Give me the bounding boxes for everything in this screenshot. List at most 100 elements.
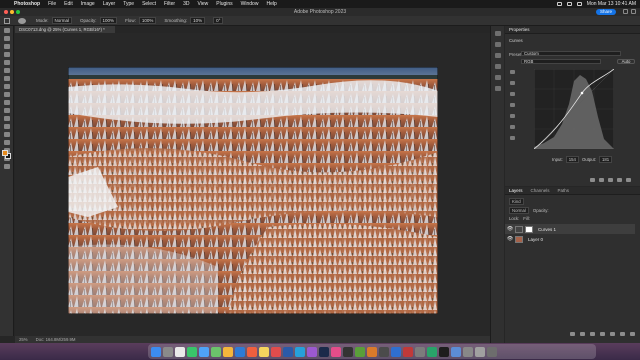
- eye-icon[interactable]: 👁: [505, 226, 515, 232]
- home-icon[interactable]: [4, 17, 10, 24]
- menu-window[interactable]: Window: [241, 1, 259, 7]
- output-field[interactable]: 181: [599, 156, 613, 163]
- app-icon-6[interactable]: [391, 346, 401, 357]
- curve-pencil-icon[interactable]: [510, 125, 515, 129]
- blend-mode-select[interactable]: Normal: [509, 207, 529, 214]
- menu-help[interactable]: Help: [266, 1, 276, 7]
- kind-filter-select[interactable]: Kind: [509, 198, 524, 205]
- lasso-tool-icon[interactable]: [3, 44, 10, 49]
- battery-icon[interactable]: [556, 2, 562, 6]
- black-point-eyedropper-icon[interactable]: [510, 81, 515, 85]
- photos-icon[interactable]: [223, 346, 233, 357]
- zoom-level[interactable]: 25%: [19, 337, 28, 342]
- auto-button[interactable]: Auto: [617, 59, 635, 64]
- adjustments-icon[interactable]: [494, 64, 501, 69]
- flow-field[interactable]: 100%: [138, 17, 157, 24]
- tab-layers[interactable]: Layers: [509, 188, 523, 193]
- libraries-icon[interactable]: [494, 75, 501, 80]
- white-point-eyedropper-icon[interactable]: [510, 103, 515, 107]
- new-adjustment-icon[interactable]: [600, 332, 605, 336]
- gray-point-eyedropper-icon[interactable]: [510, 92, 515, 96]
- facetime-icon[interactable]: [235, 346, 245, 357]
- reset-icon[interactable]: [608, 178, 613, 182]
- add-mask-icon[interactable]: [590, 332, 595, 336]
- gradient-tool-icon[interactable]: [3, 124, 10, 129]
- tab-paths[interactable]: Paths: [558, 188, 570, 193]
- app-icon-2[interactable]: [343, 346, 353, 357]
- photoshop-dock-icon[interactable]: [283, 346, 293, 357]
- curve-point-mode-icon[interactable]: [510, 114, 515, 118]
- wifi-icon[interactable]: [566, 2, 572, 6]
- app-icon-12[interactable]: [463, 346, 473, 357]
- eraser-tool-icon[interactable]: [3, 116, 10, 121]
- menu-edit[interactable]: Edit: [64, 1, 73, 7]
- trash-dock-icon[interactable]: [487, 346, 497, 357]
- menu-file[interactable]: File: [48, 1, 56, 7]
- new-group-icon[interactable]: [610, 332, 615, 336]
- channel-select[interactable]: RGB: [521, 59, 601, 64]
- safari-icon[interactable]: [175, 346, 185, 357]
- menu-image[interactable]: Image: [81, 1, 95, 7]
- zoom-window-icon[interactable]: [16, 10, 20, 14]
- healing-tool-icon[interactable]: [3, 84, 10, 89]
- opacity-field[interactable]: 100%: [99, 17, 118, 24]
- music-icon[interactable]: [271, 346, 281, 357]
- app-icon-1[interactable]: [331, 346, 341, 357]
- menu-view[interactable]: View: [198, 1, 209, 7]
- finder-icon[interactable]: [151, 346, 161, 357]
- menu-photoshop[interactable]: Photoshop: [14, 1, 40, 7]
- info-icon[interactable]: [494, 42, 501, 47]
- workspace-icon[interactable]: [631, 9, 636, 14]
- trash-icon[interactable]: [630, 332, 635, 336]
- menu-select[interactable]: Select: [142, 1, 156, 7]
- link-layers-icon[interactable]: [570, 332, 575, 336]
- app-icon-11[interactable]: [451, 346, 461, 357]
- search-icon[interactable]: [623, 9, 628, 14]
- brush-tool-icon[interactable]: [3, 92, 10, 97]
- share-button[interactable]: Share: [595, 9, 616, 15]
- tab-channels[interactable]: Channels: [531, 188, 550, 193]
- view-previous-icon[interactable]: [599, 178, 604, 182]
- app-icon-7[interactable]: [403, 346, 413, 357]
- app-icon-4[interactable]: [367, 346, 377, 357]
- app-icon-8[interactable]: [415, 346, 425, 357]
- preset-select[interactable]: Custom: [521, 51, 621, 56]
- document-tab[interactable]: DSC0713.dng @ 25% (Curves 1, RGB/16*) *: [15, 26, 115, 33]
- blur-tool-icon[interactable]: [3, 132, 10, 137]
- doc-size[interactable]: Doc: 164.8M/259.9M: [36, 337, 76, 342]
- menu-filter[interactable]: Filter: [164, 1, 175, 7]
- marquee-tool-icon[interactable]: [3, 36, 10, 41]
- app-icon-3[interactable]: [355, 346, 365, 357]
- foreground-color-swatch[interactable]: [2, 150, 8, 156]
- layer-style-icon[interactable]: [580, 332, 585, 336]
- layer-row[interactable]: 👁 Layer 0: [505, 234, 635, 244]
- move-tool-icon[interactable]: [3, 28, 10, 33]
- frame-tool-icon[interactable]: [3, 68, 10, 73]
- eyedropper-tool-icon[interactable]: [3, 76, 10, 81]
- path-select-tool-icon[interactable]: [3, 164, 10, 169]
- maps-icon[interactable]: [211, 346, 221, 357]
- crop-tool-icon[interactable]: [3, 60, 10, 65]
- app-icon-10[interactable]: [439, 346, 449, 357]
- history-brush-tool-icon[interactable]: [3, 108, 10, 113]
- quick-select-tool-icon[interactable]: [3, 52, 10, 57]
- clone-stamp-tool-icon[interactable]: [3, 100, 10, 105]
- mode-select[interactable]: Normal: [51, 17, 73, 24]
- mail-icon[interactable]: [199, 346, 209, 357]
- angle-field[interactable]: 0°: [213, 17, 224, 24]
- layer-row[interactable]: 👁 Curves 1: [505, 224, 635, 234]
- mask-thumbnail[interactable]: [525, 225, 533, 233]
- paragraph-icon[interactable]: [494, 86, 501, 91]
- smoothing-field[interactable]: 10%: [190, 17, 206, 24]
- premiere-icon[interactable]: [307, 346, 317, 357]
- clip-to-layer-icon[interactable]: [590, 178, 595, 182]
- app-icon-5[interactable]: [379, 346, 389, 357]
- canvas-image[interactable]: [68, 67, 438, 314]
- control-center-icon[interactable]: [576, 2, 582, 6]
- downloads-icon[interactable]: [475, 346, 485, 357]
- history-icon[interactable]: [494, 31, 501, 36]
- notes-icon[interactable]: [259, 346, 269, 357]
- close-window-icon[interactable]: [4, 10, 8, 14]
- menu-type[interactable]: Type: [123, 1, 134, 7]
- on-image-adjust-icon[interactable]: [510, 70, 515, 74]
